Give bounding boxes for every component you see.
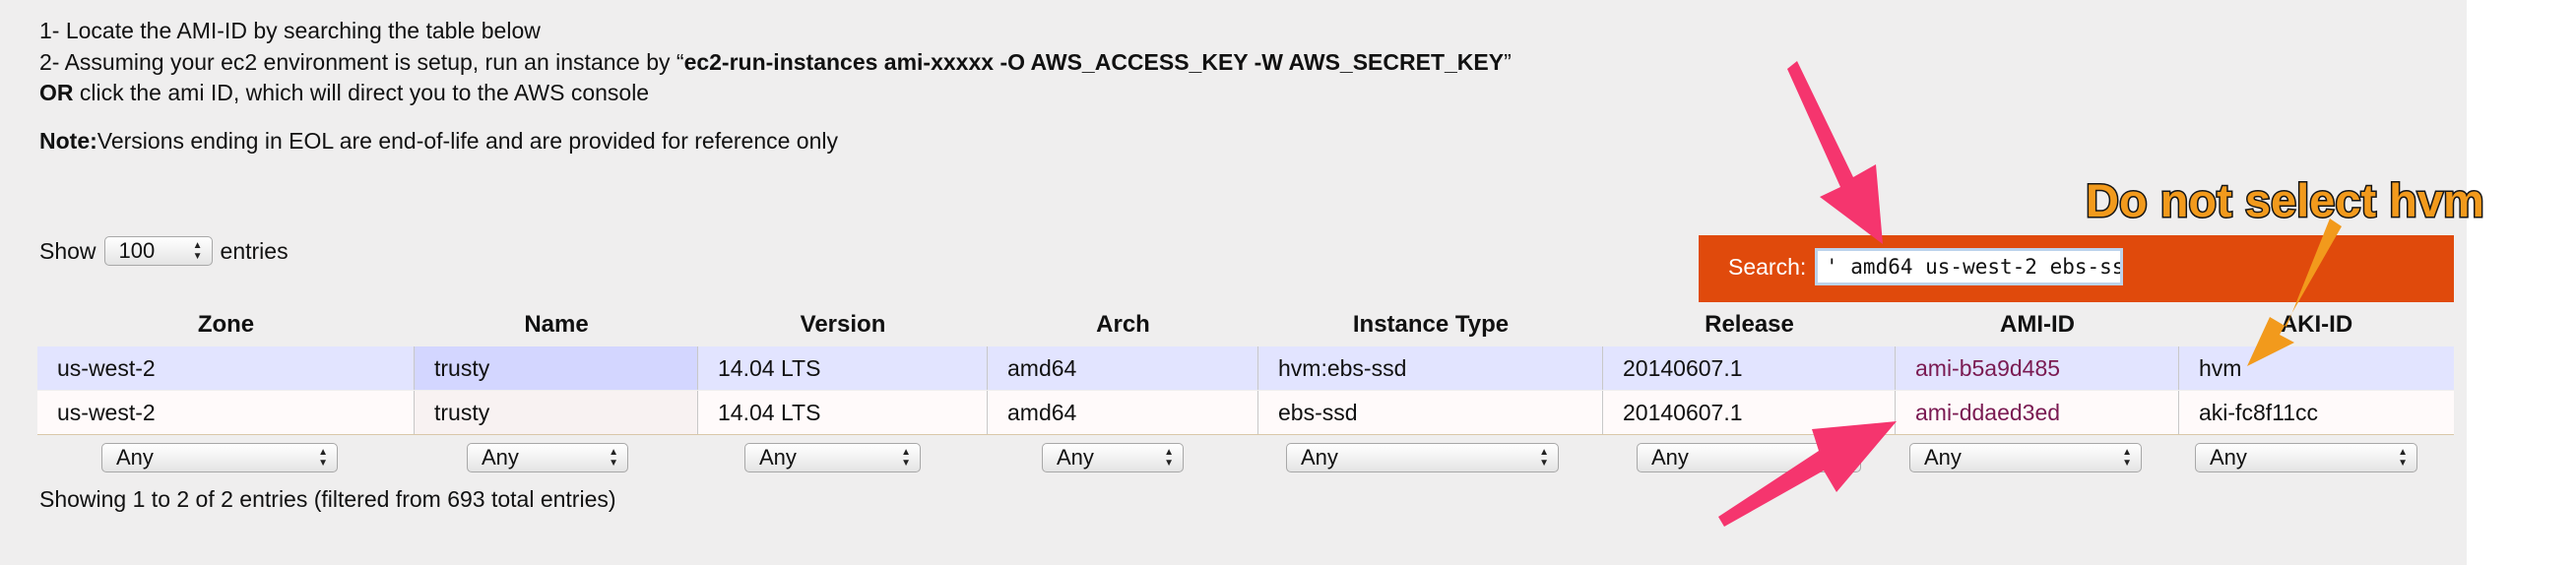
- select-arrows-icon: ▲ ▼: [901, 447, 911, 469]
- cell-aki-id: hvm: [2199, 355, 2242, 381]
- column-header-release[interactable]: Release: [1603, 307, 1896, 346]
- filter-value: Any: [759, 445, 797, 470]
- hvm-warning-callout: Do not select hvm: [2085, 173, 2486, 228]
- ami-id-link[interactable]: ami-ddaed3ed: [1896, 391, 2179, 434]
- table-row: us-west-2 trusty 14.04 LTS amd64 hvm:ebs…: [37, 346, 2454, 390]
- select-arrows-icon: ▲ ▼: [609, 447, 618, 469]
- cell-version: 14.04 LTS: [698, 391, 988, 434]
- column-header-arch[interactable]: Arch: [988, 307, 1258, 346]
- search-input[interactable]: ' amd64 us-west-2 ebs-ssd: [1815, 248, 2123, 285]
- entries-label: entries: [220, 237, 289, 264]
- instruction-or: OR: [39, 80, 74, 105]
- search-label: Search:: [1728, 254, 1807, 280]
- filter-value: Any: [2210, 445, 2247, 470]
- instruction-step-3: OR click the ami ID, which will direct y…: [39, 79, 649, 106]
- filter-value: Any: [116, 445, 154, 470]
- filter-zone-select[interactable]: Any ▲ ▼: [101, 443, 338, 472]
- cell-aki-id: aki-fc8f11cc: [2199, 400, 2319, 425]
- column-header-aki-id[interactable]: AKI-ID: [2179, 307, 2454, 346]
- cell-instance-type: hvm:ebs-ssd: [1258, 346, 1603, 390]
- filter-value: Any: [1057, 445, 1094, 470]
- instruction-console-text: click the ami ID, which will direct you …: [73, 80, 650, 105]
- search-bar: Search: ' amd64 us-west-2 ebs-ssd: [1699, 235, 2454, 302]
- filter-value: Any: [1301, 445, 1338, 470]
- cell-name: trusty: [415, 346, 698, 390]
- note-label: Note:: [39, 128, 97, 154]
- cell-release: 20140607.1: [1603, 391, 1896, 434]
- table-info: Showing 1 to 2 of 2 entries (filtered fr…: [39, 486, 616, 512]
- entries-length-control: Show 100 ▲ ▼ entries: [39, 236, 289, 266]
- instruction-step-2: 2- Assuming your ec2 environment is setu…: [39, 48, 1512, 76]
- table-row: us-west-2 trusty 14.04 LTS amd64 ebs-ssd…: [37, 391, 2454, 435]
- table-header-row: Zone Name Version Arch Instance Type Rel…: [37, 307, 2454, 349]
- ami-id-link[interactable]: ami-b5a9d485: [1896, 346, 2179, 390]
- filter-value: Any: [482, 445, 519, 470]
- cell-release: 20140607.1: [1603, 346, 1896, 390]
- column-header-zone[interactable]: Zone: [37, 307, 415, 346]
- cell-arch: amd64: [988, 391, 1258, 434]
- cell-name: trusty: [415, 391, 698, 434]
- filter-value: Any: [1924, 445, 1962, 470]
- filter-version-select[interactable]: Any ▲ ▼: [744, 443, 921, 472]
- filter-aki-id-select[interactable]: Any ▲ ▼: [2195, 443, 2417, 472]
- select-arrows-icon: ▲ ▼: [192, 240, 203, 262]
- select-arrows-icon: ▲ ▼: [318, 447, 328, 469]
- filter-instance-type-select[interactable]: Any ▲ ▼: [1286, 443, 1559, 472]
- entries-select[interactable]: 100 ▲ ▼: [103, 236, 213, 266]
- filter-release-select[interactable]: Any ▲ ▼: [1637, 443, 1861, 472]
- cell-arch: amd64: [988, 346, 1258, 390]
- column-header-name[interactable]: Name: [415, 307, 698, 346]
- column-header-ami-id[interactable]: AMI-ID: [1896, 307, 2179, 346]
- filter-ami-id-select[interactable]: Any ▲ ▼: [1909, 443, 2142, 472]
- select-arrows-icon: ▲ ▼: [1164, 447, 1174, 469]
- select-arrows-icon: ▲ ▼: [1539, 447, 1549, 469]
- entries-select-value: 100: [118, 238, 156, 263]
- cell-zone: us-west-2: [37, 391, 415, 434]
- column-header-version[interactable]: Version: [698, 307, 988, 346]
- select-arrows-icon: ▲ ▼: [2398, 447, 2408, 469]
- column-filter-row: Any ▲ ▼ Any ▲ ▼ Any ▲ ▼ Any ▲ ▼ Any ▲ ▼ Any ▲ ▼ Any ▲…: [37, 443, 2454, 480]
- show-label: Show: [39, 237, 97, 264]
- filter-name-select[interactable]: Any ▲ ▼: [467, 443, 628, 472]
- page-background: 1- Locate the AMI-ID by searching the ta…: [0, 0, 2467, 565]
- instruction-step-2-suffix: ”: [1504, 49, 1512, 75]
- cell-version: 14.04 LTS: [698, 346, 988, 390]
- note: Note:Versions ending in EOL are end-of-l…: [39, 127, 838, 155]
- filter-value: Any: [1651, 445, 1689, 470]
- cell-instance-type: ebs-ssd: [1258, 391, 1603, 434]
- cell-zone: us-west-2: [37, 346, 415, 390]
- instruction-step-2-prefix: 2- Assuming your ec2 environment is setu…: [39, 49, 684, 75]
- note-text: Versions ending in EOL are end-of-life a…: [97, 128, 838, 154]
- select-arrows-icon: ▲ ▼: [1841, 447, 1851, 469]
- filter-arch-select[interactable]: Any ▲ ▼: [1042, 443, 1184, 472]
- column-header-instance-type[interactable]: Instance Type: [1258, 307, 1603, 346]
- instruction-command: ec2-run-instances ami-xxxxx -O AWS_ACCES…: [683, 49, 1505, 75]
- instruction-step-1: 1- Locate the AMI-ID by searching the ta…: [39, 18, 541, 43]
- select-arrows-icon: ▲ ▼: [2122, 447, 2132, 469]
